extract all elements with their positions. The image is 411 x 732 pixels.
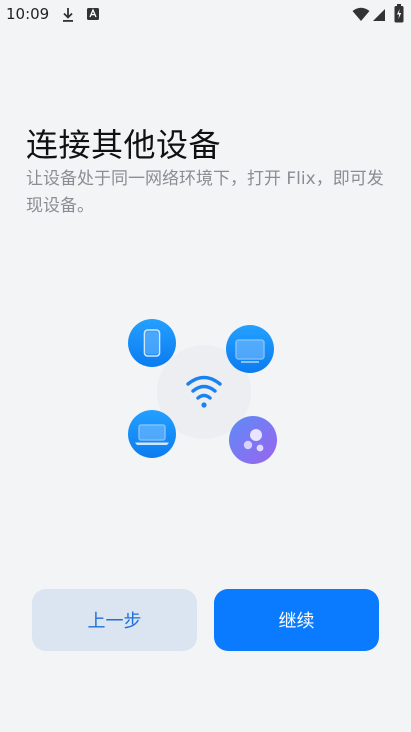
status-bar: 10:09 xyxy=(0,0,411,30)
signal-icon xyxy=(372,7,386,26)
phone-icon xyxy=(128,319,176,367)
previous-step-button[interactable]: 上一步 xyxy=(32,589,197,651)
apps-icon xyxy=(229,416,277,464)
wifi-icon xyxy=(352,7,370,26)
page-subtitle: 让设备处于同一网络环境下，打开 Flix，即可发现设备。 xyxy=(26,169,384,216)
page-title: 连接其他设备 xyxy=(26,126,222,164)
download-icon xyxy=(60,6,76,28)
devices-illustration xyxy=(120,318,285,470)
status-time: 10:09 xyxy=(6,5,50,23)
battery-icon xyxy=(394,4,404,27)
continue-button[interactable]: 继续 xyxy=(214,589,379,651)
laptop-icon xyxy=(128,410,176,458)
a-notification-icon xyxy=(86,6,100,26)
tablet-icon xyxy=(226,325,274,373)
